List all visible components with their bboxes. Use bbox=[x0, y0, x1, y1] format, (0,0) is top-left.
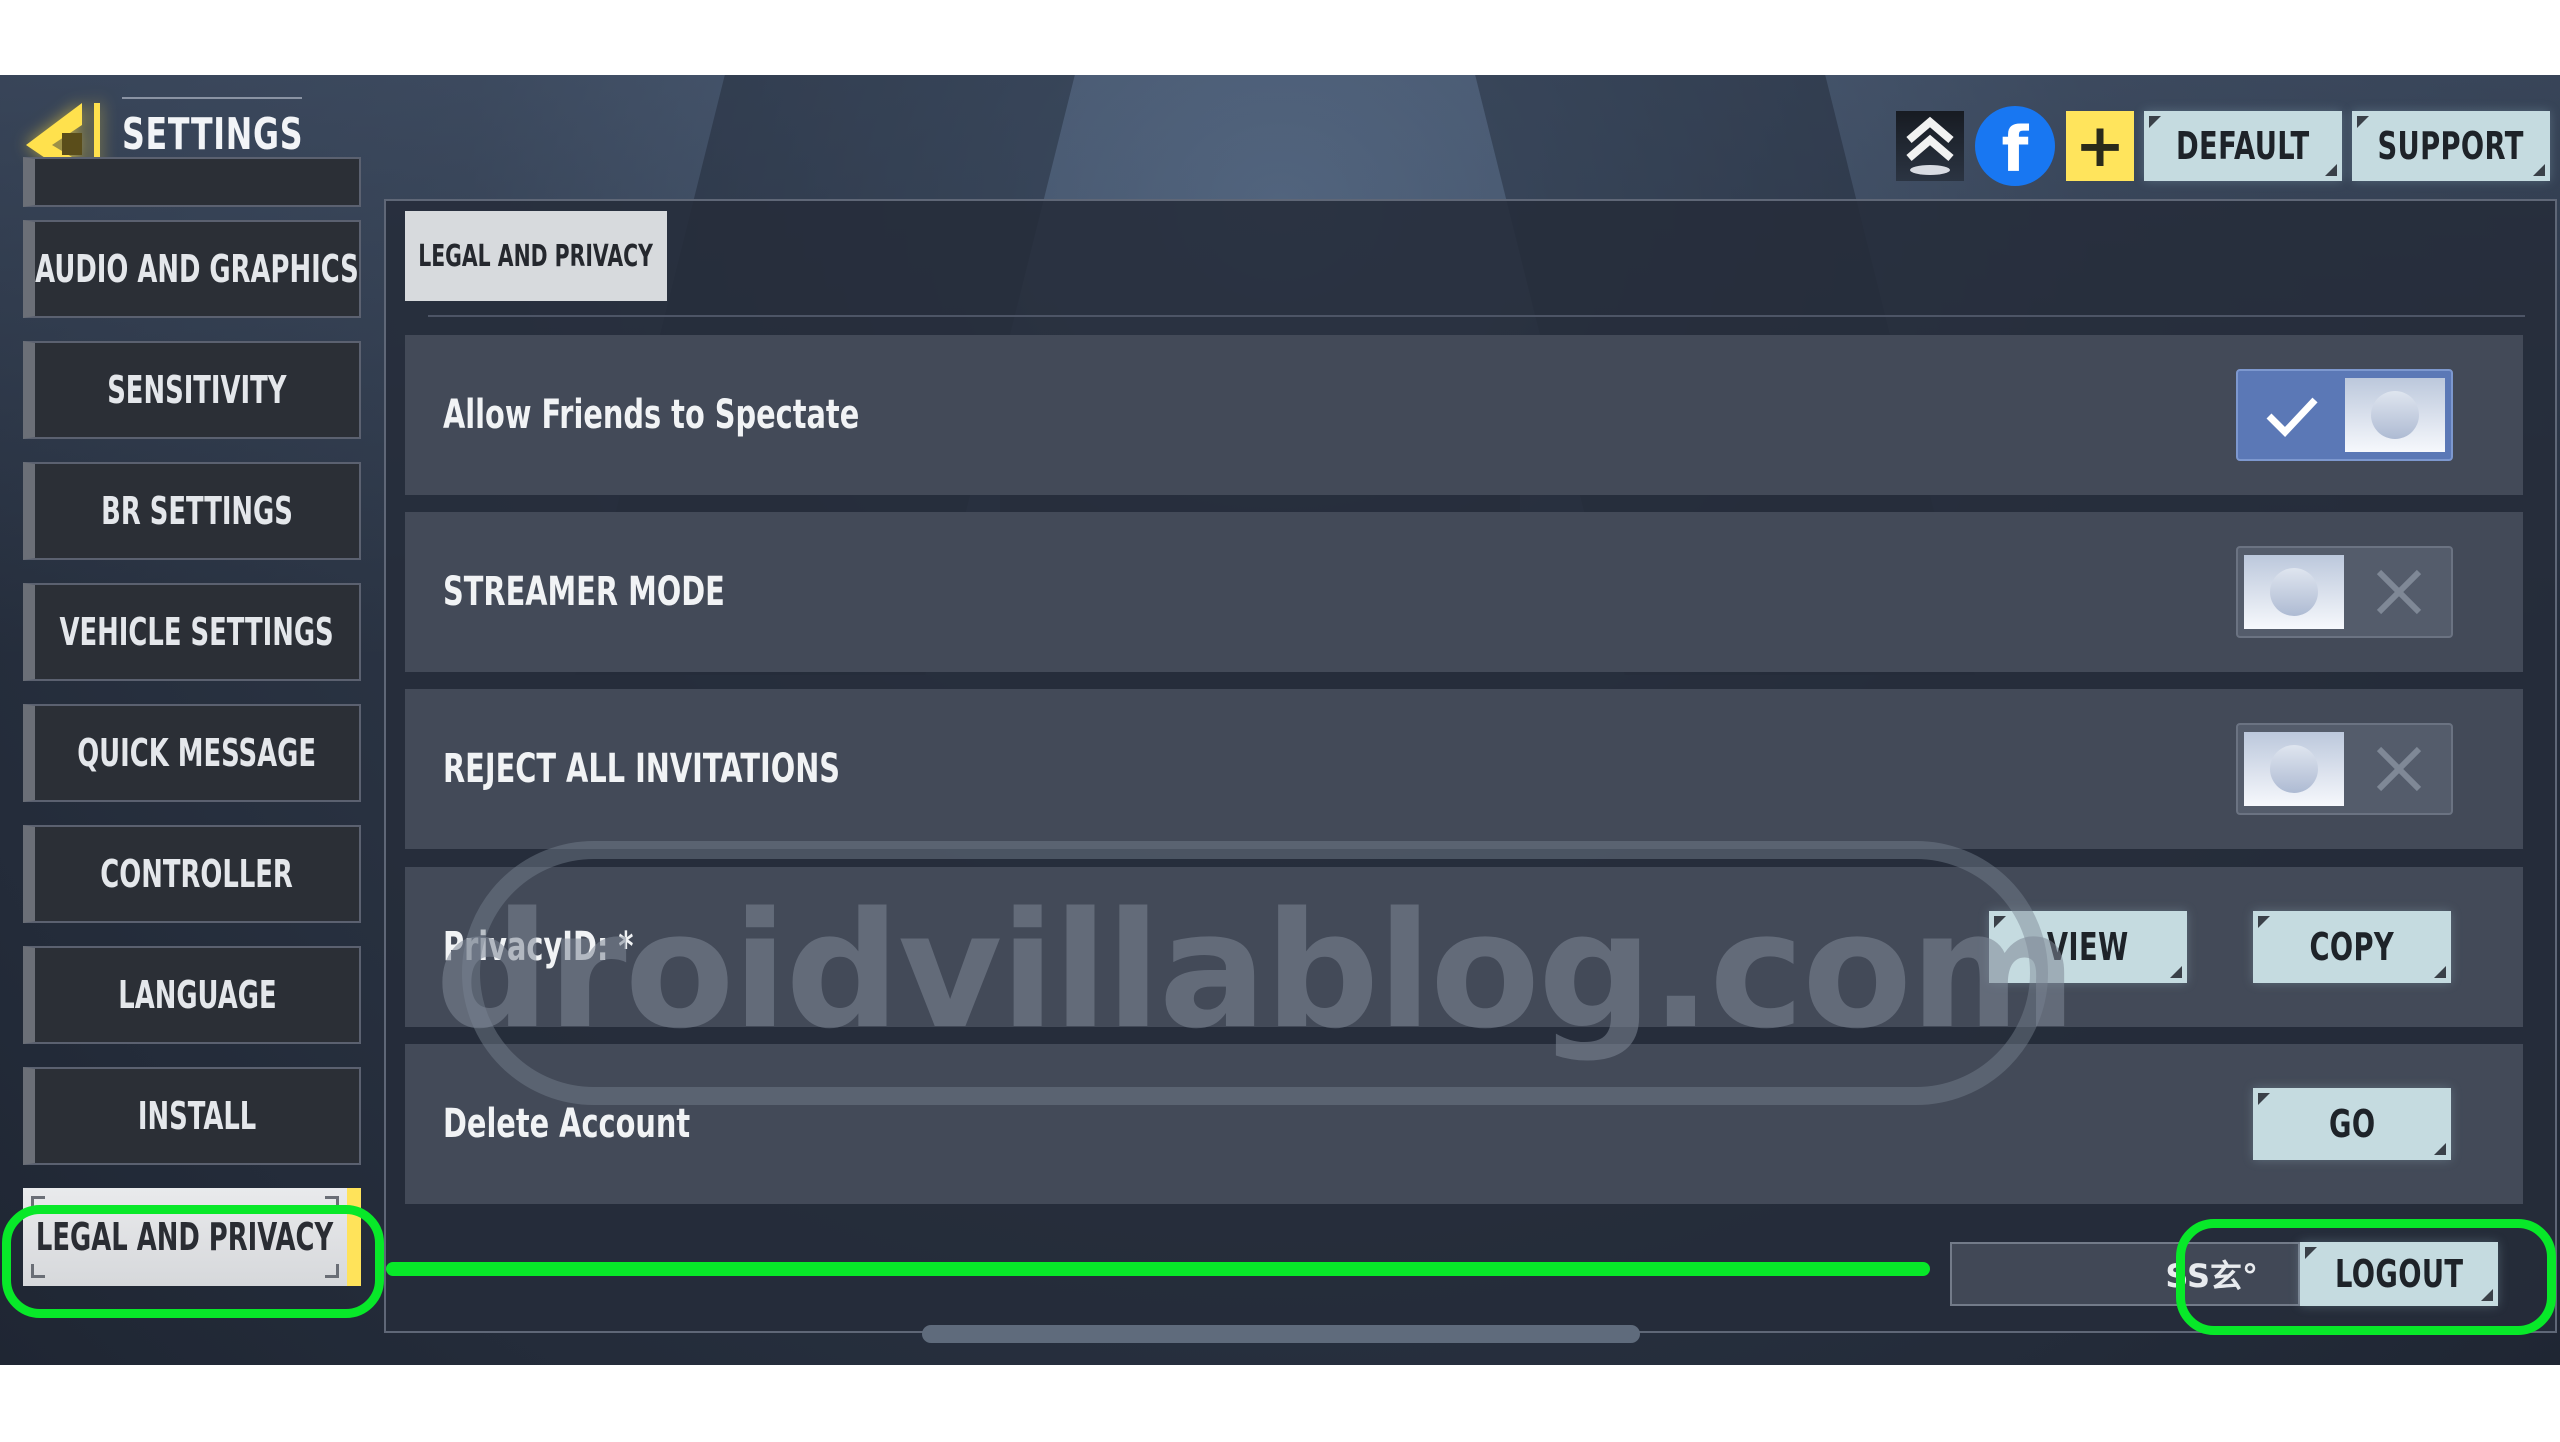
view-button[interactable]: VIEW bbox=[1989, 911, 2187, 983]
allow-friends-spectate-toggle[interactable] bbox=[2236, 369, 2453, 461]
setting-row-allow-friends-to-spectate: Allow Friends to Spectate bbox=[405, 335, 2523, 495]
setting-label: Delete Account bbox=[443, 1101, 691, 1147]
logout-button-label: LOGOUT bbox=[2334, 1252, 2464, 1296]
account-bar: SS玄° LOGOUT bbox=[1950, 1242, 2498, 1306]
close-x-icon bbox=[2346, 548, 2451, 636]
tab-legal-and-privacy[interactable]: LEGAL AND PRIVACY bbox=[405, 211, 667, 301]
setting-label: Allow Friends to Spectate bbox=[443, 392, 860, 438]
setting-label: STREAMER MODE bbox=[443, 569, 725, 615]
close-x-icon bbox=[2346, 725, 2451, 813]
support-button-label: SUPPORT bbox=[2377, 124, 2525, 168]
default-button-label: DEFAULT bbox=[2176, 124, 2310, 168]
horizontal-scrollbar[interactable] bbox=[922, 1325, 1640, 1343]
view-button-label: VIEW bbox=[2047, 925, 2129, 969]
rank-button[interactable] bbox=[1896, 111, 1964, 181]
setting-row-delete-account: Delete Account GO bbox=[405, 1044, 2523, 1204]
legal-privacy-panel: LEGAL AND PRIVACY Allow Friends to Spect… bbox=[384, 199, 2557, 1333]
copy-button-label: COPY bbox=[2309, 925, 2395, 969]
add-button[interactable]: + bbox=[2066, 111, 2134, 181]
game-screen: SETTINGS f + DEFAULT SUPPORT RADIO A bbox=[0, 75, 2560, 1365]
sidebar-item-controller[interactable]: CONTROLLER bbox=[23, 825, 361, 923]
setting-row-privacy-id: PrivacyID: * VIEW COPY bbox=[405, 867, 2523, 1027]
checkmark-icon bbox=[2238, 371, 2343, 459]
sidebar-item-label: BR SETTINGS bbox=[101, 489, 293, 533]
sidebar-item-label: AUDIO AND GRAPHICS bbox=[35, 247, 359, 291]
header-actions: f + DEFAULT SUPPORT bbox=[1896, 106, 2550, 186]
sidebar-item-label: SENSITIVITY bbox=[107, 368, 287, 412]
tab-divider bbox=[428, 315, 2525, 317]
sidebar-item-label: CONTROLLER bbox=[100, 852, 294, 896]
tab-label: LEGAL AND PRIVACY bbox=[418, 238, 654, 274]
corner-bracket bbox=[31, 1196, 45, 1210]
support-button[interactable]: SUPPORT bbox=[2352, 111, 2550, 181]
sidebar-item-radio[interactable]: RADIO bbox=[23, 157, 361, 207]
rank-chevron-icon bbox=[1906, 116, 1954, 175]
toggle-knob bbox=[2345, 378, 2445, 452]
toggle-knob bbox=[2244, 732, 2344, 806]
sidebar-item-br-settings[interactable]: BR SETTINGS bbox=[23, 462, 361, 560]
sidebar-item-sensitivity[interactable]: SENSITIVITY bbox=[23, 341, 361, 439]
plus-icon: + bbox=[2074, 111, 2126, 181]
corner-bracket bbox=[325, 1196, 339, 1210]
sidebar-item-audio-and-graphics[interactable]: AUDIO AND GRAPHICS bbox=[23, 220, 361, 318]
go-button-label: GO bbox=[2328, 1102, 2376, 1146]
facebook-button[interactable]: f bbox=[1974, 106, 2056, 186]
setting-row-streamer-mode: STREAMER MODE bbox=[405, 512, 2523, 672]
streamer-mode-toggle[interactable] bbox=[2236, 546, 2453, 638]
setting-label: PrivacyID: * bbox=[443, 924, 634, 970]
page-title: SETTINGS bbox=[122, 109, 304, 160]
sidebar-item-legal-and-privacy[interactable]: LEGAL AND PRIVACY bbox=[23, 1188, 361, 1286]
sidebar-item-quick-message[interactable]: QUICK MESSAGE bbox=[23, 704, 361, 802]
reject-invitations-toggle[interactable] bbox=[2236, 723, 2453, 815]
setting-label: REJECT ALL INVITATIONS bbox=[443, 746, 841, 792]
sidebar-item-install[interactable]: INSTALL bbox=[23, 1067, 361, 1165]
player-name: SS玄° bbox=[1950, 1242, 2300, 1306]
setting-row-reject-all-invitations: REJECT ALL INVITATIONS bbox=[405, 689, 2523, 849]
corner-bracket bbox=[325, 1264, 339, 1278]
sidebar-item-label: LANGUAGE bbox=[117, 973, 277, 1017]
sidebar-item-vehicle-settings[interactable]: VEHICLE SETTINGS bbox=[23, 583, 361, 681]
sidebar-item-label: QUICK MESSAGE bbox=[77, 731, 317, 775]
delete-account-go-button[interactable]: GO bbox=[2253, 1088, 2451, 1160]
sidebar-item-label: VEHICLE SETTINGS bbox=[59, 610, 335, 654]
logout-button[interactable]: LOGOUT bbox=[2300, 1242, 2498, 1306]
title-divider bbox=[122, 97, 302, 99]
toggle-knob bbox=[2244, 555, 2344, 629]
default-button[interactable]: DEFAULT bbox=[2144, 111, 2342, 181]
copy-button[interactable]: COPY bbox=[2253, 911, 2451, 983]
sidebar-item-label: LEGAL AND PRIVACY bbox=[36, 1215, 334, 1259]
corner-bracket bbox=[31, 1264, 45, 1278]
sidebar-item-label: INSTALL bbox=[137, 1094, 257, 1138]
sidebar-item-language[interactable]: LANGUAGE bbox=[23, 946, 361, 1044]
facebook-icon: f bbox=[1975, 106, 2055, 186]
